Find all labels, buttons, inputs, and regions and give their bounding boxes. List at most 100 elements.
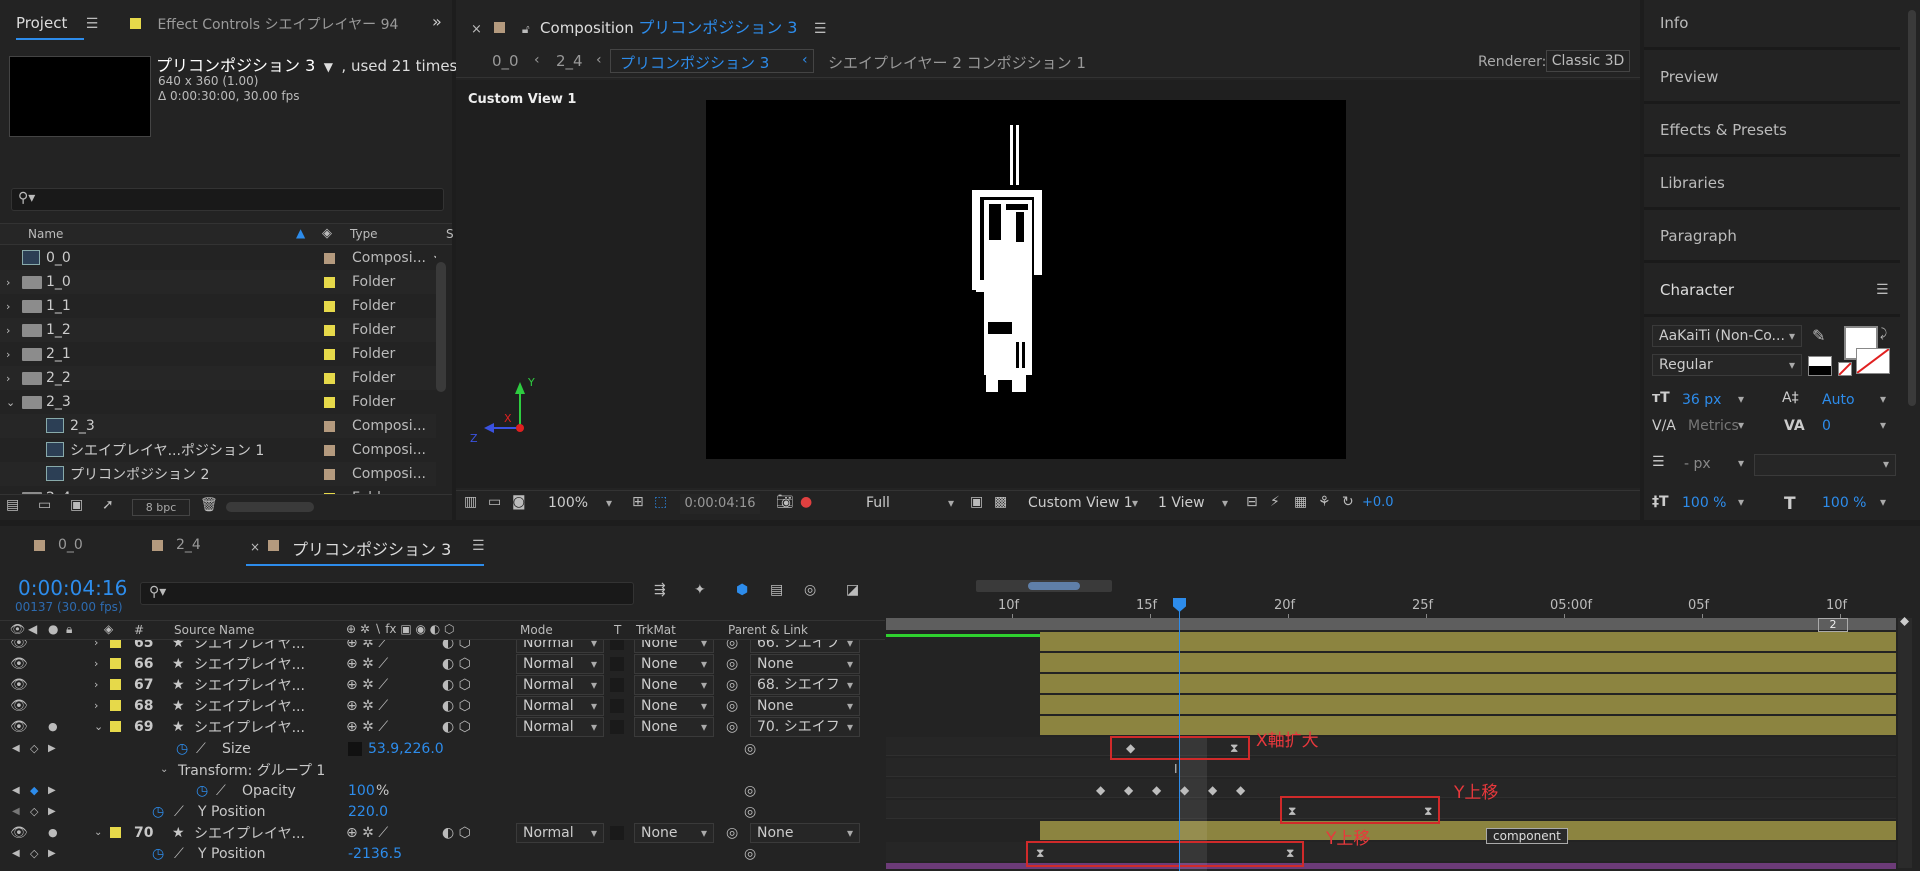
visibility-eye-icon[interactable]: 👁︎ (10, 656, 28, 672)
expand-arrow-icon[interactable]: › (6, 300, 10, 313)
marker[interactable]: 2 (1818, 618, 1848, 632)
layer-duration-bar[interactable] (1040, 716, 1896, 735)
stopwatch-icon[interactable]: ◷ (152, 846, 164, 862)
stopwatch-icon[interactable]: ◷ (176, 741, 188, 757)
keyframe-diamond[interactable]: ◆ (1096, 783, 1105, 797)
layer-name[interactable]: シエイプレイヤ... (194, 640, 330, 653)
component-marker[interactable]: component (1486, 828, 1568, 844)
mask-icon[interactable]: ◙ (512, 494, 526, 510)
right-panel-scrollbar[interactable] (1908, 10, 1916, 406)
layer-duration-bar[interactable] (1040, 674, 1896, 693)
layer-3d-icons[interactable]: ◐ ⬡ (442, 825, 471, 841)
project-item[interactable]: シエイプレイヤ...ポジション 1 Composi... (0, 438, 436, 462)
pickwhip-icon[interactable]: ◎ (726, 640, 738, 651)
layer-3d-icons[interactable]: ◐ ⬡ (442, 698, 471, 714)
font-family-select[interactable]: AaKaiTi (Non-Co... (1652, 325, 1802, 347)
renderer-button[interactable]: Classic 3D (1546, 50, 1630, 72)
layer-row-70[interactable]: 👁︎ ● ⌄ 70 ★ シエイプレイヤ... ⊕ ✲ ⟋ ◐ ⬡ Normal … (0, 822, 885, 843)
current-time-indicator[interactable] (1179, 598, 1180, 871)
layer-3d-icons[interactable]: ◐ ⬡ (442, 677, 471, 693)
pickwhip-icon[interactable]: ◎ (744, 846, 756, 862)
col-name[interactable]: Name (28, 227, 63, 241)
layer-switch-icons[interactable]: ⊕ ✲ ⟋ (346, 825, 388, 841)
project-tab[interactable]: Project ☰ (16, 14, 98, 40)
visibility-eye-icon[interactable]: 👁︎ (10, 677, 28, 693)
expand-arrow-icon[interactable]: › (94, 678, 98, 691)
graph-icon[interactable]: ⟋ (174, 846, 184, 862)
prev-keyframe-icon[interactable]: ◀ (12, 743, 20, 754)
timeline-tab-0_0[interactable]: 0_0 (58, 537, 83, 553)
region-icon[interactable]: ⬚ (654, 494, 667, 510)
swap-colors-icon[interactable]: ⤸ (1880, 326, 1887, 341)
layer-duration-bar[interactable] (1040, 653, 1896, 672)
trkmat-select[interactable]: None (634, 654, 714, 674)
new-folder-icon[interactable]: ▭ (38, 497, 51, 513)
keyframe-diamond[interactable]: ◆ (1180, 783, 1189, 797)
black-white-swatch[interactable] (1808, 356, 1832, 376)
keyframe-on-icon[interactable]: ◆ (30, 784, 38, 797)
keyframe-diamond[interactable]: ◆ (1152, 783, 1161, 797)
trkmat-select[interactable]: None (634, 640, 714, 653)
col-trkmat[interactable]: TrkMat (636, 623, 676, 637)
next-keyframe-icon[interactable]: ▶ (48, 848, 56, 859)
layer-3d-icons[interactable]: ◐ ⬡ (442, 719, 471, 735)
expand-arrow-icon[interactable]: › (6, 324, 10, 337)
mode-select[interactable]: Normal (516, 823, 604, 843)
layer-row[interactable]: 👁︎ › 66 ★ シエイプレイヤ... ⊕ ✲ ⟋ ◐ ⬡ Normal None ◎ None (0, 653, 885, 674)
graph-icon[interactable]: ⟋ (196, 741, 206, 757)
layer-name[interactable]: シエイプレイヤ... (194, 717, 330, 737)
expand-arrow-icon[interactable]: › (94, 657, 98, 670)
expand-arrow-icon[interactable]: › (6, 372, 10, 385)
reset-exposure-icon[interactable]: ↻ (1342, 494, 1354, 510)
timeline-lock-icon[interactable]: ⬥ (1900, 614, 1909, 629)
prev-keyframe-icon[interactable]: ◀ (12, 848, 20, 859)
right-panel-item[interactable]: Paragraph (1644, 213, 1900, 263)
draft-3d-icon[interactable]: ✦ (694, 582, 706, 598)
parent-select[interactable]: 66. シエイフ (750, 640, 860, 653)
opacity-value[interactable]: 100 (348, 783, 375, 799)
horizontal-scale-value[interactable]: 100 % (1822, 495, 1866, 511)
expand-arrow-icon[interactable]: › (6, 276, 10, 289)
channels-icon[interactable]: ● (800, 494, 812, 510)
parent-select[interactable]: None (750, 696, 860, 716)
kerning-value[interactable]: Metrics (1688, 418, 1739, 434)
layer-duration-bar[interactable] (1040, 632, 1896, 651)
right-panel-item[interactable]: Info (1644, 0, 1900, 50)
composition-tab[interactable]: × 🔓︎ Composition プリコンポジション 3 ☰ (471, 14, 826, 38)
layer-name[interactable]: シエイプレイヤ... (194, 654, 330, 674)
label-color-swatch[interactable] (110, 721, 121, 732)
col-source-name[interactable]: Source Name (174, 623, 254, 637)
font-size-value[interactable]: 36 px (1682, 392, 1721, 408)
preserve-transparency[interactable] (610, 640, 624, 650)
view-select[interactable]: Custom View 1 (1022, 494, 1144, 514)
motion-blur-icon[interactable]: ◎ (804, 582, 816, 598)
pickwhip-icon[interactable]: ◎ (744, 783, 756, 799)
solo-icon[interactable]: ● (48, 826, 58, 839)
label-color-swatch[interactable] (110, 679, 121, 690)
ypos2-value[interactable]: -2136.5 (348, 846, 402, 862)
timeline-search-input[interactable]: ⚲▾ (140, 582, 634, 605)
label-color-swatch[interactable] (324, 420, 335, 432)
project-search-input[interactable]: ⚲▾ (11, 188, 444, 211)
layer-name[interactable]: シエイプレイヤ... (194, 675, 330, 695)
pickwhip-icon[interactable]: ◎ (726, 677, 738, 693)
layer-duration-bar[interactable] (1040, 695, 1896, 714)
work-area-bar[interactable] (886, 618, 1896, 630)
link-icon[interactable] (348, 742, 362, 756)
property-track[interactable] (886, 737, 1896, 756)
camera-icon[interactable]: 📷︎ (776, 494, 794, 510)
layer-switch-icons[interactable]: ⊕ ✲ ⟋ (346, 656, 388, 672)
timeline-vscroll[interactable] (1898, 618, 1912, 868)
label-color-swatch[interactable] (110, 658, 121, 669)
timeline-track-area[interactable]: 10f 15f 20f 25f 05:00f 05f 10f 2 ◆ ⧗ I ◆ ◆ ◆ ◆ ◆ ◆ ⧗ ⧗ ⧗ ⧗… (886, 576, 1896, 871)
exposure-value[interactable]: +0.0 (1362, 495, 1394, 510)
leading-value[interactable]: Auto (1822, 392, 1855, 408)
panel-overflow-icon[interactable]: » (432, 12, 442, 31)
stroke-style-select[interactable] (1754, 454, 1896, 476)
grid-icon[interactable]: ⊞ (632, 494, 644, 510)
solo-icon[interactable]: ● (48, 720, 58, 733)
lock-icon[interactable]: 🔓︎ (522, 22, 530, 36)
add-keyframe-icon[interactable]: ◇ (30, 805, 38, 818)
preserve-transparency[interactable] (610, 699, 624, 713)
stroke-width-dropdown-icon[interactable]: ▾ (1738, 456, 1744, 470)
